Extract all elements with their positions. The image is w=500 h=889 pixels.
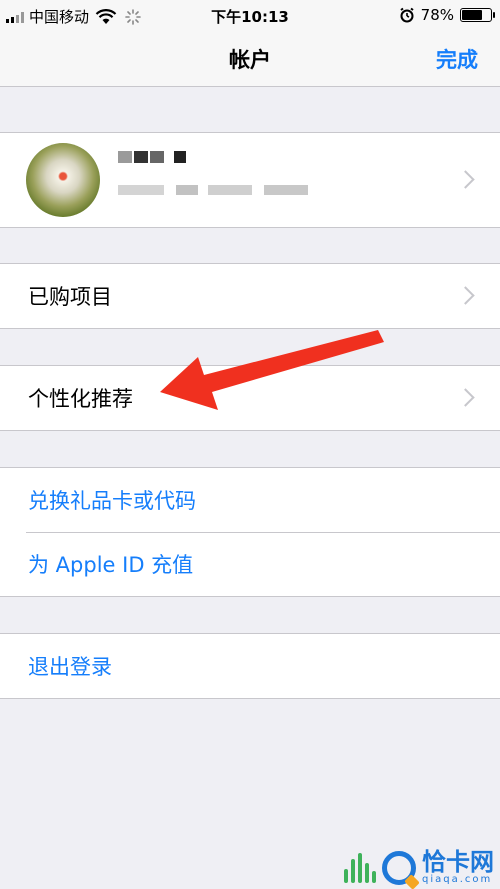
watermark-domain: qiaqa.com: [422, 874, 493, 885]
watermark-bars-icon: [344, 852, 376, 883]
annotation-arrow-icon: [160, 330, 384, 410]
watermark-name: 恰卡网: [422, 848, 494, 876]
watermark: 恰卡网 qiaqa.com: [344, 850, 494, 885]
watermark-text: 恰卡网 qiaqa.com: [422, 850, 494, 885]
watermark-logo-icon: [382, 850, 416, 885]
